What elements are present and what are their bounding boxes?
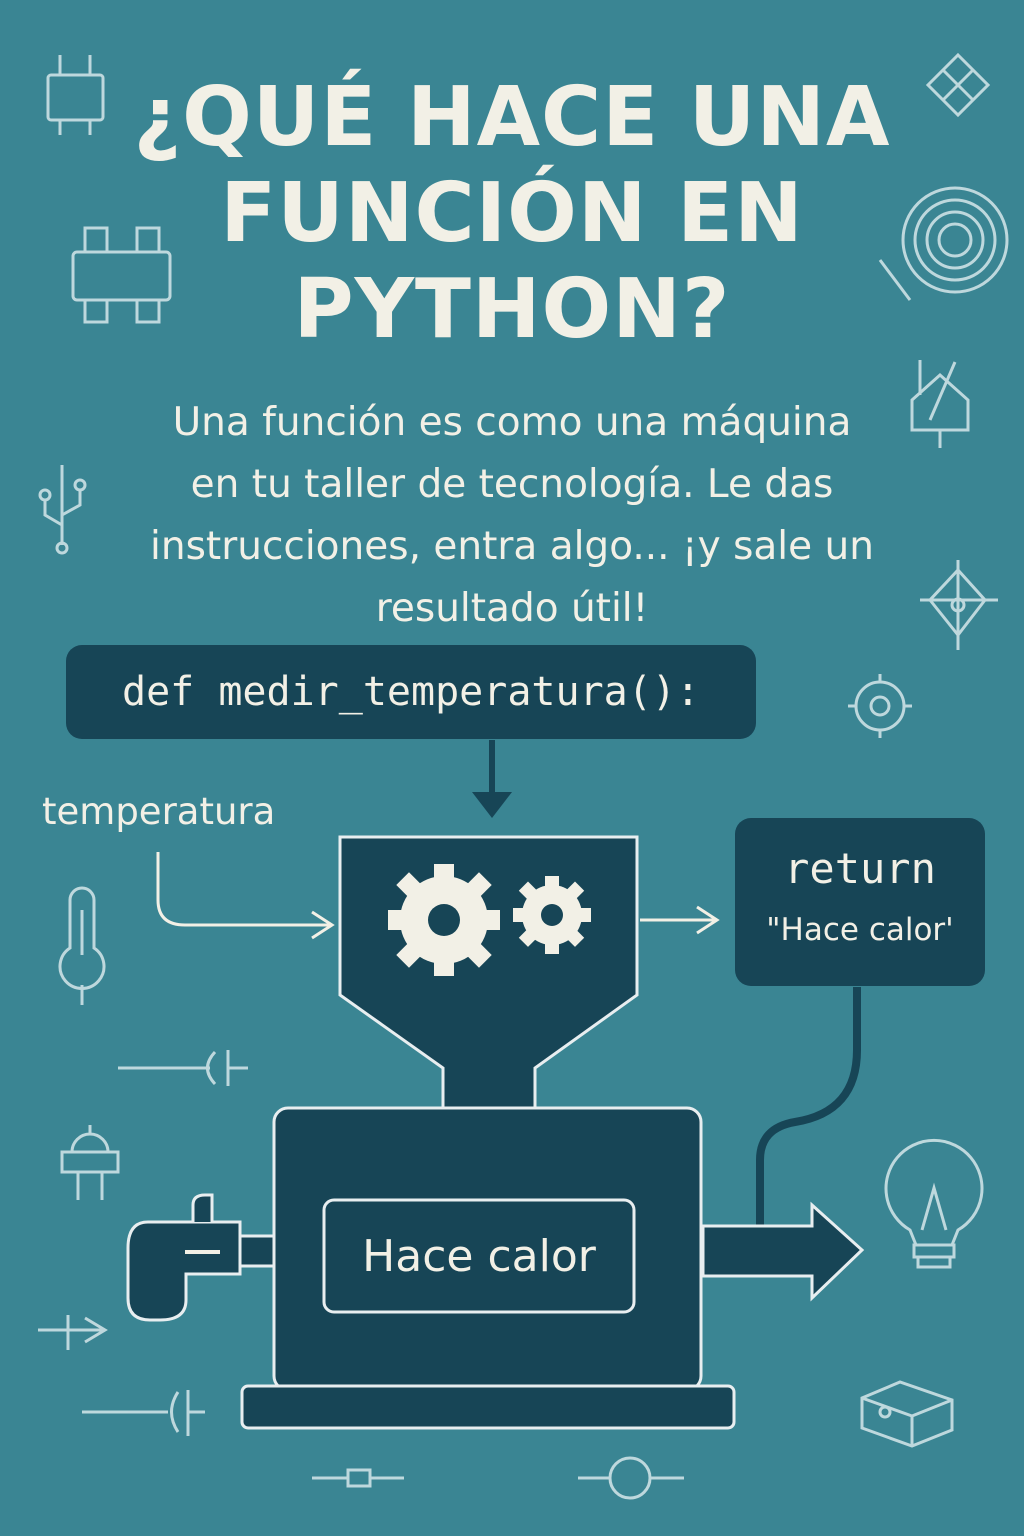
return-value: "Hace calor' bbox=[766, 912, 954, 948]
faucet-icon bbox=[126, 1193, 276, 1322]
large-gear-icon bbox=[388, 864, 500, 976]
definition-arrow bbox=[472, 740, 512, 818]
return-box: return "Hace calor' bbox=[735, 818, 985, 986]
return-arrow bbox=[640, 905, 720, 935]
output-arrow bbox=[701, 1201, 865, 1302]
input-arrow bbox=[156, 852, 335, 940]
small-gear-icon bbox=[513, 876, 591, 954]
return-keyword: return bbox=[784, 844, 936, 893]
machine-base bbox=[240, 1384, 736, 1430]
output-display-text: Hace calor bbox=[362, 1230, 596, 1282]
input-label: temperatura bbox=[42, 790, 276, 833]
machine-hopper bbox=[338, 835, 639, 1110]
return-pipe bbox=[756, 987, 861, 1225]
